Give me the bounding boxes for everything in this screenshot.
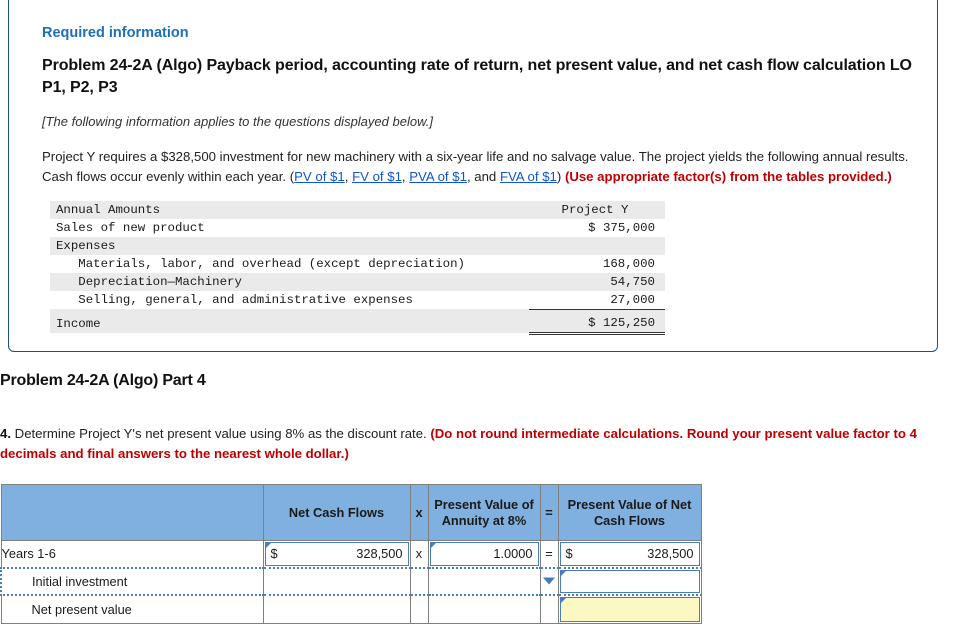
- row-value-selling: 27,000: [529, 290, 665, 310]
- row-value-sales: $ 375,000: [529, 218, 665, 237]
- row-value-expenses: [529, 236, 665, 255]
- header-pv-annuity: Present Value of Annuity at 8%: [427, 484, 541, 541]
- input-pv-annuity-years[interactable]: 1.0000: [427, 540, 541, 568]
- row-label-net-present-value: Net present value: [0, 594, 264, 624]
- use-factors-note: (Use appropriate factor(s) from the tabl…: [564, 168, 892, 184]
- pv-net-cash-flows-value: 328,500: [647, 546, 694, 562]
- cell-marker-icon: [559, 569, 567, 577]
- table-row: Expenses: [50, 236, 665, 255]
- operator-multiply-years: x: [409, 540, 429, 568]
- empty-pv-annuity-initial: [427, 566, 541, 596]
- output-net-present-value[interactable]: [557, 594, 702, 624]
- row-label-years-1-6: Years 1-6: [0, 540, 264, 568]
- table-row-total: Income $ 125,250: [50, 313, 665, 335]
- row-label-depreciation: Depreciation—Machinery: [50, 272, 529, 291]
- problem-title: Problem 24-2A (Algo) Payback period, acc…: [42, 57, 912, 96]
- question-number: 4.: [0, 426, 11, 441]
- net-cash-flows-input-box[interactable]: $ 328,500: [264, 542, 409, 566]
- header-blank: [0, 484, 264, 541]
- card-content: Required information Problem 24-2A (Algo…: [42, 25, 922, 335]
- part-4-heading: Problem 24-2A (Algo) Part 4: [0, 372, 206, 389]
- empty-net-cash-flows-initial: [262, 566, 411, 596]
- npv-answer-table-wrapper: Net Cash Flows x Present Value of Annuit…: [0, 484, 702, 624]
- row-value-depreciation: 54,750: [529, 272, 665, 291]
- row-label-sales: Sales of new product: [50, 218, 529, 237]
- row-label-materials: Materials, labor, and overhead (except d…: [50, 254, 529, 273]
- header-multiply-operator: x: [409, 484, 429, 541]
- row-value-income: $ 125,250: [529, 313, 665, 335]
- cell-marker-icon: [429, 542, 437, 549]
- dropdown-initial-investment[interactable]: Initial investment: [0, 566, 264, 596]
- table-row: Depreciation—Machinery 54,750: [50, 272, 665, 291]
- separator-1: ,: [344, 168, 353, 184]
- paren-close: ): [556, 168, 565, 184]
- initial-investment-input-box[interactable]: [559, 569, 700, 593]
- output-pv-net-cash-flows-years: $ 328,500: [557, 540, 702, 568]
- row-label-selling: Selling, general, and administrative exp…: [50, 290, 529, 310]
- pv-net-cash-flows-box: $ 328,500: [559, 542, 700, 566]
- pv-annuity-value: 1.0000: [493, 546, 533, 562]
- link-fv-of-1[interactable]: FV of $1: [352, 169, 402, 184]
- empty-operator-initial-1: [409, 566, 429, 596]
- net-present-value-answer-box[interactable]: [559, 596, 700, 622]
- input-net-cash-flows-years[interactable]: $ 328,500: [262, 540, 411, 568]
- header-pv-net-cash-flows: Present Value of Net Cash Flows: [557, 484, 702, 541]
- required-information-label: Required information: [42, 25, 189, 41]
- table-row: Materials, labor, and overhead (except d…: [50, 254, 665, 273]
- question-body: Determine Project Y's net present value …: [11, 426, 431, 441]
- table-header-row: Annual Amounts Project Y: [50, 200, 665, 219]
- npv-answer-table: Net Cash Flows x Present Value of Annuit…: [0, 484, 702, 624]
- header-net-cash-flows: Net Cash Flows: [262, 484, 411, 541]
- required-information-card: ! Required information Problem 24-2A (Al…: [8, 0, 938, 352]
- pv-annuity-input-box[interactable]: 1.0000: [429, 542, 539, 566]
- separator-3: , and: [466, 168, 500, 184]
- header-annual-amounts: Annual Amounts: [50, 200, 529, 219]
- empty-pv-annuity-npv: [427, 594, 541, 624]
- link-fva-of-1[interactable]: FVA of $1: [500, 169, 557, 184]
- input-pv-net-cash-flows-initial[interactable]: [557, 566, 702, 596]
- header-equals-operator: =: [539, 484, 559, 541]
- table-row: Years 1-6 $ 328,500 x 1.0000 = $ 328,500: [0, 540, 702, 568]
- dollar-sign: $: [270, 546, 278, 562]
- empty-operator-npv-2: [539, 594, 559, 624]
- dropdown-toggle-initial-investment[interactable]: [539, 566, 559, 596]
- applies-note: [The following information applies to th…: [42, 114, 433, 130]
- table-row-net-present-value: Net present value: [0, 594, 702, 624]
- chevron-down-icon[interactable]: [542, 577, 555, 585]
- empty-operator-npv-1: [409, 594, 429, 624]
- problem-paragraph: Project Y requires a $328,500 investment…: [42, 147, 922, 187]
- operator-equals-years: =: [539, 540, 559, 568]
- cell-marker-icon: [559, 596, 567, 604]
- row-label-expenses: Expenses: [50, 236, 529, 255]
- header-project-y: Project Y: [529, 200, 665, 219]
- link-pv-of-1[interactable]: PV of $1: [294, 169, 345, 184]
- table-row: Sales of new product $ 375,000: [50, 218, 665, 237]
- table-row-initial-investment[interactable]: Initial investment: [0, 566, 702, 596]
- net-cash-flows-value: 328,500: [356, 546, 403, 562]
- empty-net-cash-flows-npv: [262, 594, 411, 624]
- table-row: Selling, general, and administrative exp…: [50, 290, 665, 310]
- answer-table-header-row: Net Cash Flows x Present Value of Annuit…: [0, 484, 702, 541]
- annual-amounts-table: Annual Amounts Project Y Sales of new pr…: [50, 200, 665, 335]
- question-4-text: 4. Determine Project Y's net present val…: [0, 424, 940, 465]
- link-pva-of-1[interactable]: PVA of $1: [409, 169, 467, 184]
- row-label-income: Income: [50, 313, 529, 334]
- cell-marker-icon: [264, 542, 272, 549]
- row-value-materials: 168,000: [529, 254, 665, 273]
- dollar-sign: $: [565, 546, 573, 562]
